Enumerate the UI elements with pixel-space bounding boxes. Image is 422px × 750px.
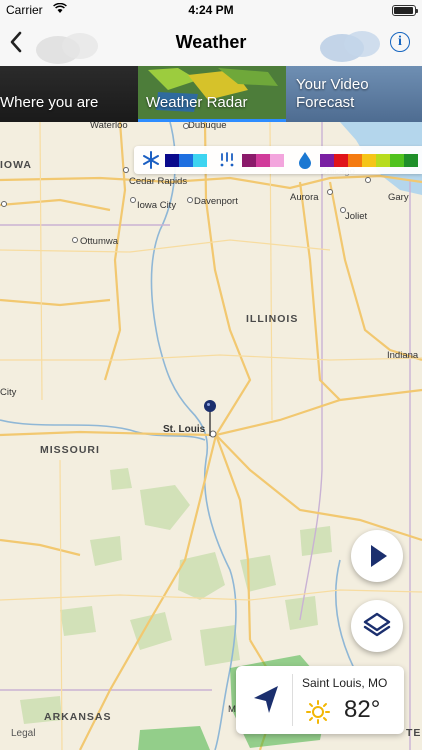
clock: 4:24 PM: [188, 3, 234, 17]
mix-color-scale: [242, 154, 284, 167]
raindrop-icon: [299, 152, 311, 169]
label-davenport: Davenport: [194, 196, 238, 207]
temperature: 82°: [344, 696, 381, 723]
label-city: City: [0, 387, 17, 398]
selected-tab-indicator: [138, 119, 286, 122]
tab-label: Your Video Forecast: [296, 76, 369, 111]
legend-swatch: [165, 154, 179, 167]
legend-swatch: [376, 154, 390, 167]
tab-label: Where you are: [0, 94, 99, 111]
layers-button[interactable]: [351, 600, 403, 652]
legend-swatch: [348, 154, 362, 167]
location-arrow-icon[interactable]: [246, 682, 286, 718]
current-conditions-card[interactable]: Saint Louis, MO 82°: [236, 666, 404, 734]
label-ten: TEN: [406, 727, 422, 739]
label-cedar-rapids: Cedar Rapids: [129, 176, 187, 187]
tab-label: Weather Radar: [146, 94, 248, 111]
label-missouri: MISSOURI: [40, 444, 100, 456]
info-icon[interactable]: i: [390, 32, 410, 52]
precipitation-legend: [134, 146, 422, 174]
legend-swatch: [193, 154, 207, 167]
page-title: Weather: [175, 32, 247, 52]
legend-swatch: [334, 154, 348, 167]
label-aurora: Aurora: [290, 192, 319, 203]
snow-color-scale: [165, 154, 207, 167]
navigation-bar: Weather i: [0, 20, 422, 66]
legend-swatch: [404, 154, 418, 167]
legend-swatch: [270, 154, 284, 167]
label-joliet: Joliet: [345, 211, 368, 222]
mixed-precip-icon: [220, 152, 234, 167]
label-indiana: Indiana: [387, 350, 419, 361]
layers-icon: [363, 612, 391, 637]
legend-swatch: [390, 154, 404, 167]
battery-icon: [392, 5, 418, 16]
rain-color-scale: [320, 154, 418, 167]
label-gary: Gary: [388, 192, 409, 203]
label-arkansas: ARKANSAS: [44, 711, 112, 723]
label-iowa: IOWA: [0, 159, 32, 171]
legend-swatch: [256, 154, 270, 167]
label-iowa-city: Iowa City: [137, 200, 176, 211]
play-button[interactable]: [351, 530, 403, 582]
play-icon: [371, 545, 387, 567]
label-st-louis: St. Louis: [163, 424, 206, 435]
label-ottumwa: Ottumwa: [80, 236, 119, 247]
sun-icon: [306, 700, 330, 724]
snowflake-icon: [143, 151, 159, 169]
legend-swatch: [320, 154, 334, 167]
legend-swatch: [242, 154, 256, 167]
status-bar: Carrier 4:24 PM: [0, 0, 422, 20]
location-pin-icon[interactable]: [201, 398, 219, 438]
legend-swatch: [362, 154, 376, 167]
label-illinois: ILLINOIS: [246, 313, 298, 325]
divider: [292, 674, 293, 726]
location-name: Saint Louis, MO: [302, 676, 388, 690]
legend-swatch: [179, 154, 193, 167]
legal-link[interactable]: Legal: [11, 728, 35, 739]
